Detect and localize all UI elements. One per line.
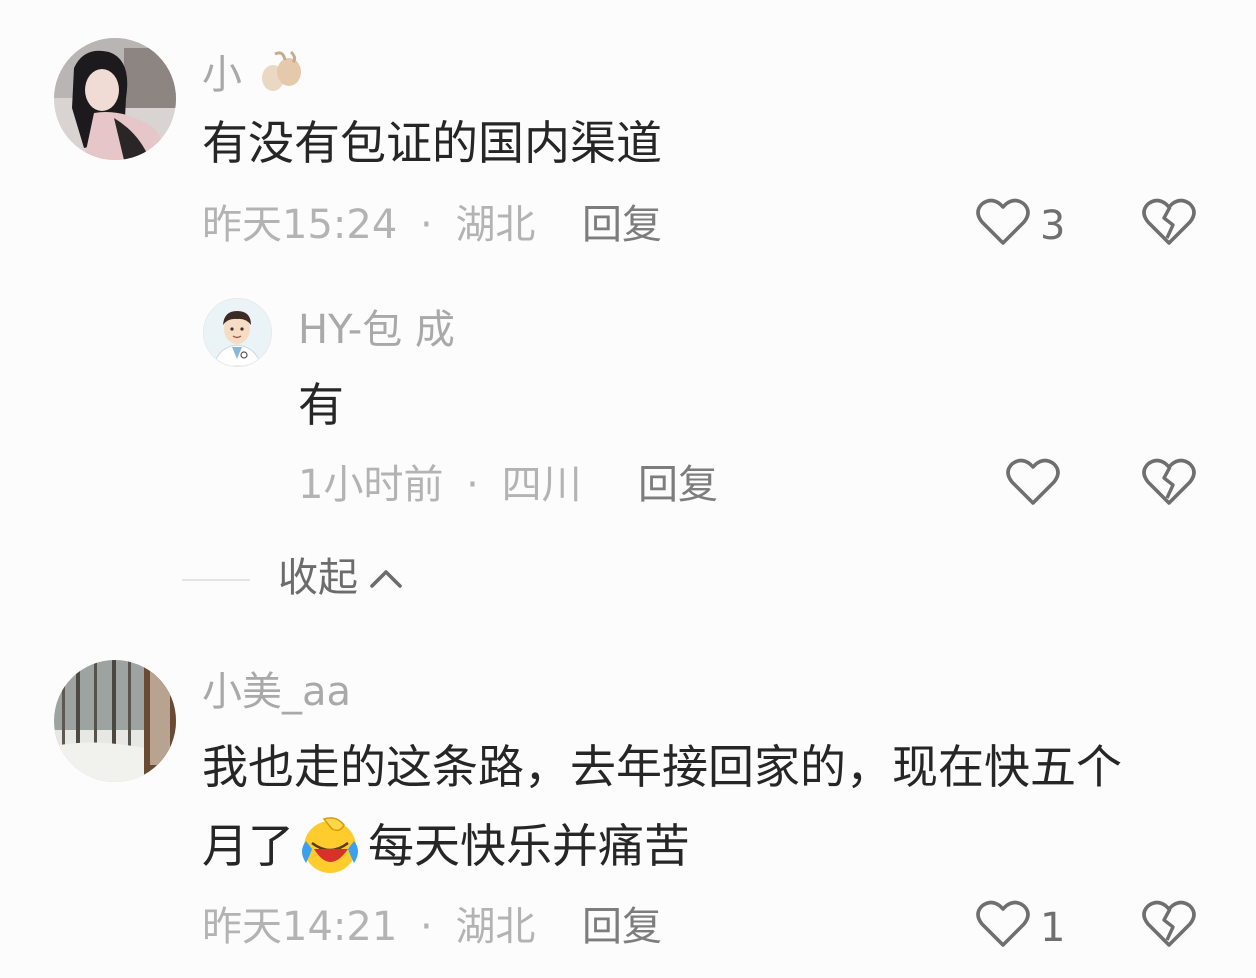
collapse-label: 收起 xyxy=(278,555,358,601)
avatar[interactable] xyxy=(203,298,272,367)
heart-outline-icon[interactable] xyxy=(976,198,1030,248)
heart-outline-icon[interactable] xyxy=(976,900,1030,950)
heart-outline-icon[interactable] xyxy=(1006,458,1060,508)
laughing-crying-emoji-icon xyxy=(296,815,366,877)
collapse-replies-button[interactable]: 收起 xyxy=(278,558,404,598)
meta-separator: · xyxy=(420,202,433,248)
comment-time: 昨天14:21 xyxy=(202,904,398,950)
comment-meta: 昨天14:21 · 湖北 xyxy=(202,907,535,947)
reply-text: 有 xyxy=(298,378,344,432)
comment-meta: 昨天15:24 · 湖北 xyxy=(202,205,535,245)
comment-username[interactable]: 小美_aa xyxy=(202,672,351,712)
avatar[interactable] xyxy=(54,660,176,782)
comment-text-line-1: 我也走的这条路，去年接回家的，现在快五个 xyxy=(202,740,1122,794)
reply-button[interactable]: 回复 xyxy=(582,205,662,245)
broken-heart-icon[interactable] xyxy=(1142,198,1196,248)
broken-heart-icon[interactable] xyxy=(1142,458,1196,508)
reply-meta: 1小时前 · 四川 xyxy=(298,465,582,505)
comment-text-line-2: 月了 每天快乐并痛苦 xyxy=(202,815,690,877)
like-count: 1 xyxy=(1040,905,1066,951)
avatar[interactable] xyxy=(54,38,176,160)
comment-location: 湖北 xyxy=(455,202,536,248)
reply-time: 1小时前 xyxy=(298,462,444,508)
comment-text: 有没有包证的国内渠道 xyxy=(202,116,662,170)
comment-location: 湖北 xyxy=(455,904,536,950)
comment-username[interactable]: 小 xyxy=(202,48,305,95)
comment-time: 昨天15:24 xyxy=(202,202,398,248)
reply-username[interactable]: HY-包 成 xyxy=(298,310,455,350)
reply-location: 四川 xyxy=(501,462,582,508)
collapse-divider xyxy=(182,579,250,581)
meta-separator: · xyxy=(466,462,479,508)
meta-separator: · xyxy=(420,904,433,950)
reply-button[interactable]: 回复 xyxy=(638,465,718,505)
username-badge-icon xyxy=(257,48,305,94)
chevron-up-icon xyxy=(368,566,404,590)
like-count: 3 xyxy=(1040,203,1066,249)
broken-heart-icon[interactable] xyxy=(1142,900,1196,950)
reply-button[interactable]: 回复 xyxy=(582,907,662,947)
